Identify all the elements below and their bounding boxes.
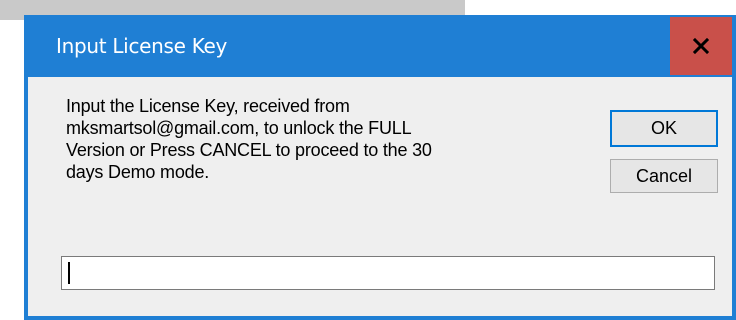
message-line: mksmartsol@gmail.com, to unlock the FULL [66, 118, 412, 138]
title-bar[interactable]: Input License Key [24, 15, 736, 77]
message-line: days Demo mode. [66, 162, 210, 182]
close-button[interactable] [670, 17, 732, 75]
dialog-body: Input the License Key, received from mks… [28, 77, 732, 316]
dialog-title: Input License Key [56, 34, 228, 58]
message-line: Version or Press CANCEL to proceed to th… [66, 140, 432, 160]
input-license-key-dialog: Input License Key Input the License Key,… [24, 15, 736, 320]
close-icon [693, 38, 709, 54]
text-caret [68, 262, 70, 284]
license-key-input[interactable] [61, 256, 715, 290]
cancel-button[interactable]: Cancel [610, 159, 718, 193]
message-text: Input the License Key, received from mks… [66, 95, 566, 183]
ok-button[interactable]: OK [610, 110, 718, 147]
message-line: Input the License Key, received from [66, 96, 350, 116]
